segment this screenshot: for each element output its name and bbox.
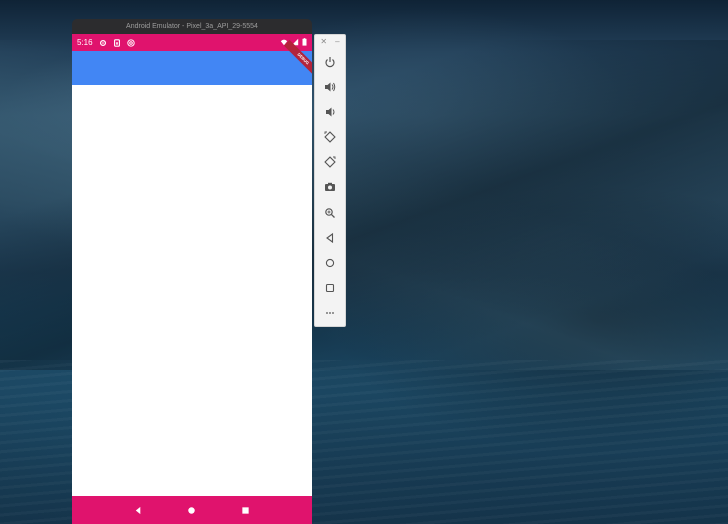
status-time: 5:16 [77,38,93,47]
battery-icon [302,37,307,48]
home-icon [325,258,335,268]
more-icon [326,312,334,315]
rotate-right-icon [324,156,336,169]
back-icon [135,506,141,514]
power-button[interactable] [319,49,341,74]
emulator-title: Android Emulator - Pixel_3a_API_29-5554 [126,23,258,30]
zoom-icon [325,207,335,218]
overview-icon [325,284,335,293]
toolbar-back-button[interactable] [319,225,341,250]
home-button[interactable] [185,503,199,517]
app-bar: DEBUG [72,39,312,85]
volume-down-icon [326,107,335,117]
toolbar-window-controls: ✕ – [315,35,345,49]
app-content [72,85,312,498]
power-icon [325,56,335,67]
recents-button[interactable] [238,503,252,517]
at-sign-icon [127,38,136,47]
close-icon[interactable]: ✕ [320,37,327,46]
back-button[interactable] [132,503,146,517]
back-icon [326,232,334,243]
status-bar: 5:16 [72,34,312,51]
volume-down-button[interactable] [319,99,341,124]
sim-card-icon [113,38,122,47]
recents-icon [242,506,249,514]
navigation-bar [72,496,312,524]
rotate-left-icon [324,131,336,143]
emulator-toolbar: ✕ – [314,34,346,327]
toolbar-overview-button[interactable] [319,276,341,301]
rotate-left-button[interactable] [319,125,341,150]
phone-screen[interactable]: 5:16 DEBUG [72,34,312,524]
screenshot-button[interactable] [319,175,341,200]
home-icon [188,506,196,514]
zoom-button[interactable] [319,200,341,225]
volume-up-icon [325,82,336,92]
settings-icon [99,38,108,47]
minimize-icon[interactable]: – [335,37,339,46]
more-button[interactable] [319,301,341,326]
emulator-title-bar[interactable]: Android Emulator - Pixel_3a_API_29-5554 [72,19,312,34]
toolbar-home-button[interactable] [319,250,341,275]
rotate-right-button[interactable] [319,150,341,175]
camera-icon [325,183,335,192]
volume-up-button[interactable] [319,74,341,99]
